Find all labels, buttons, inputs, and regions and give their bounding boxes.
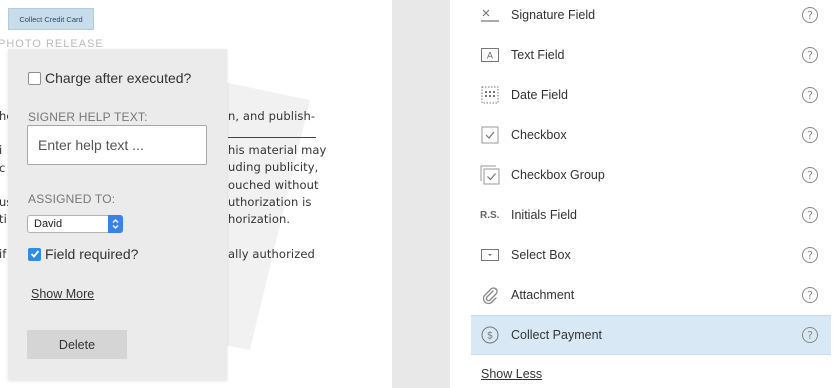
doc-line: uding publicity, bbox=[228, 160, 319, 174]
field-initials[interactable]: R.S. Initials Field ? bbox=[471, 195, 831, 235]
help-icon[interactable]: ? bbox=[802, 87, 818, 103]
help-icon[interactable]: ? bbox=[802, 7, 818, 23]
field-checkbox-group[interactable]: Checkbox Group ? bbox=[471, 155, 831, 195]
field-checkbox[interactable]: Checkbox ? bbox=[471, 115, 831, 155]
doc-rule bbox=[228, 137, 316, 138]
help-icon[interactable]: ? bbox=[802, 287, 818, 303]
dollar-icon: $ bbox=[480, 325, 500, 345]
field-label: Checkbox bbox=[511, 128, 567, 142]
field-label: Attachment bbox=[511, 288, 575, 302]
assigned-to-value: David bbox=[34, 218, 63, 230]
field-label: Date Field bbox=[511, 88, 568, 102]
select-box-icon bbox=[480, 245, 500, 265]
field-required-option[interactable]: Field required? bbox=[28, 246, 138, 262]
field-date[interactable]: Date Field ? bbox=[471, 75, 831, 115]
doc-line: ouched without bbox=[228, 178, 319, 192]
checkbox-group-icon bbox=[480, 165, 500, 185]
field-label: Select Box bbox=[511, 248, 571, 262]
doc-fragment: i bbox=[0, 143, 3, 157]
svg-text:$: $ bbox=[487, 331, 493, 342]
doc-fragment: c bbox=[0, 161, 6, 175]
signature-icon bbox=[480, 5, 500, 25]
help-icon[interactable]: ? bbox=[802, 207, 818, 223]
signer-help-text-input[interactable] bbox=[27, 125, 207, 165]
help-icon[interactable]: ? bbox=[802, 327, 818, 343]
field-label: Signature Field bbox=[511, 8, 596, 22]
checkbox-icon bbox=[480, 125, 500, 145]
document-viewer: Collect Credit Card PHOTO RELEASE he i c… bbox=[0, 0, 392, 388]
assigned-to-label: ASSIGNED TO: bbox=[28, 192, 116, 206]
field-required-label: Field required? bbox=[45, 246, 139, 262]
field-label: Checkbox Group bbox=[511, 168, 605, 182]
doc-line: uthorization is bbox=[228, 195, 312, 209]
charge-after-executed-label: Charge after executed? bbox=[45, 70, 192, 86]
field-signature[interactable]: Signature Field ? bbox=[471, 0, 831, 35]
field-label: Collect Payment bbox=[511, 328, 603, 342]
field-settings-popup: Charge after executed? SIGNER HELP TEXT:… bbox=[8, 49, 227, 380]
doc-line: his material may bbox=[228, 143, 327, 157]
text-field-icon: A bbox=[480, 45, 500, 65]
select-stepper-icon[interactable] bbox=[108, 215, 123, 233]
delete-button[interactable]: Delete bbox=[27, 330, 127, 359]
show-more-link[interactable]: Show More bbox=[31, 287, 94, 301]
field-collect-payment[interactable]: $ Collect Payment ? bbox=[471, 315, 831, 355]
signer-help-text-label: SIGNER HELP TEXT: bbox=[28, 110, 148, 124]
svg-text:A: A bbox=[487, 52, 494, 62]
doc-line: horization. bbox=[228, 212, 291, 226]
field-select-box[interactable]: Select Box ? bbox=[471, 235, 831, 275]
collect-credit-card-tag[interactable]: Collect Credit Card bbox=[8, 8, 94, 30]
initials-icon: R.S. bbox=[480, 209, 500, 221]
help-icon[interactable]: ? bbox=[802, 47, 818, 63]
doc-line: n, and publish- bbox=[228, 109, 316, 123]
help-icon[interactable]: ? bbox=[802, 247, 818, 263]
help-icon[interactable]: ? bbox=[802, 167, 818, 183]
field-label: Text Field bbox=[511, 48, 565, 62]
show-less-link[interactable]: Show Less bbox=[481, 367, 542, 381]
field-required-checkbox[interactable] bbox=[28, 247, 41, 261]
panel-divider bbox=[392, 0, 450, 388]
field-attachment[interactable]: Attachment ? bbox=[471, 275, 831, 315]
calendar-icon bbox=[480, 85, 500, 105]
charge-after-executed-option[interactable]: Charge after executed? bbox=[28, 70, 191, 86]
doc-fragment: ti bbox=[0, 212, 7, 226]
doc-line: ally authorized bbox=[228, 247, 315, 261]
paperclip-icon bbox=[480, 285, 500, 305]
field-label: Initials Field bbox=[511, 208, 577, 222]
field-palette: Signature Field ? A Text Field ? Date Fi… bbox=[450, 0, 836, 388]
field-text[interactable]: A Text Field ? bbox=[471, 35, 831, 75]
doc-fragment: if bbox=[0, 247, 7, 261]
assigned-to-select[interactable]: David bbox=[27, 215, 123, 233]
help-icon[interactable]: ? bbox=[802, 127, 818, 143]
charge-after-executed-checkbox[interactable] bbox=[28, 71, 41, 85]
